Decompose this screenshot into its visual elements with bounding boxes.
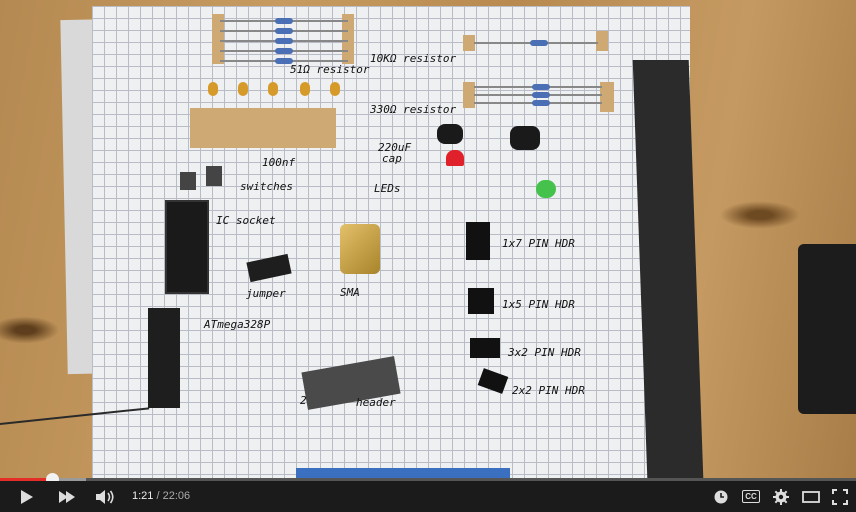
label-2x2-pin-hdr: 2x2 PIN HDR: [512, 384, 585, 397]
next-button[interactable]: [52, 481, 82, 512]
label-ic-socket: IC socket: [216, 214, 276, 227]
label-leds: LEDs: [374, 182, 401, 195]
video-frame[interactable]: 51Ω resistor 10KΩ resistor 330Ω resistor…: [0, 0, 856, 478]
label-10k-resistor: 10KΩ resistor: [370, 52, 457, 65]
fullscreen-button[interactable]: [826, 481, 854, 512]
label-sma: SMA: [340, 286, 360, 299]
tape-strip: [596, 31, 608, 51]
fullscreen-icon: [832, 488, 848, 505]
time-separator: /: [156, 490, 160, 502]
pin-header-1x7: [466, 222, 490, 260]
label-100nf: 100nf: [262, 156, 296, 169]
pcb-board: [296, 468, 510, 478]
player-controls: 1:21 / 22:06 CC: [0, 481, 856, 512]
label-jumper: jumper: [246, 287, 286, 300]
pin-header-1x5: [468, 288, 494, 314]
pin-header-3x2: [470, 338, 500, 358]
play-icon: [21, 489, 33, 504]
settings-button[interactable]: [766, 481, 796, 512]
label-1x7-pin-hdr: 1x7 PIN HDR: [502, 237, 575, 250]
red-led: [446, 150, 464, 166]
label-switches: switches: [240, 180, 293, 193]
volume-button[interactable]: [90, 481, 120, 512]
theater-mode-icon: [802, 490, 820, 503]
ic-socket: [165, 200, 209, 294]
sma-connectors: [340, 224, 380, 274]
switch: [180, 172, 196, 190]
clock-icon: [714, 490, 728, 503]
tape-strip: [600, 82, 614, 112]
label-atmega: ATmega328P: [204, 318, 271, 331]
time-display: 1:21 / 22:06: [132, 490, 190, 502]
tape-strip: [190, 108, 336, 148]
watch-later-button[interactable]: [708, 481, 734, 512]
play-button[interactable]: [12, 481, 42, 512]
label-header-prefix: 2: [300, 394, 307, 407]
switch: [206, 166, 222, 186]
label-cap: cap: [382, 152, 402, 165]
label-header: header: [356, 396, 396, 409]
label-51-ohm-resistor: 51Ω resistor: [290, 63, 370, 76]
captions-button[interactable]: CC: [736, 481, 766, 512]
gear-icon: [773, 488, 789, 505]
next-icon: [59, 490, 75, 503]
label-1x5-pin-hdr: 1x5 PIN HDR: [502, 298, 575, 311]
cc-icon: CC: [742, 490, 760, 503]
duration: 22:06: [162, 490, 191, 502]
atmega-chip: [148, 308, 180, 408]
electrolytic-capacitor: [510, 126, 540, 150]
electrolytic-capacitor: [437, 124, 463, 144]
label-330-ohm-resistor: 330Ω resistor: [370, 103, 457, 116]
current-time: 1:21: [132, 490, 154, 502]
green-led: [536, 180, 556, 198]
theater-mode-button[interactable]: [796, 481, 826, 512]
volume-icon: [96, 489, 114, 504]
dark-object: [798, 244, 856, 414]
label-3x2-pin-hdr: 3x2 PIN HDR: [508, 346, 581, 359]
